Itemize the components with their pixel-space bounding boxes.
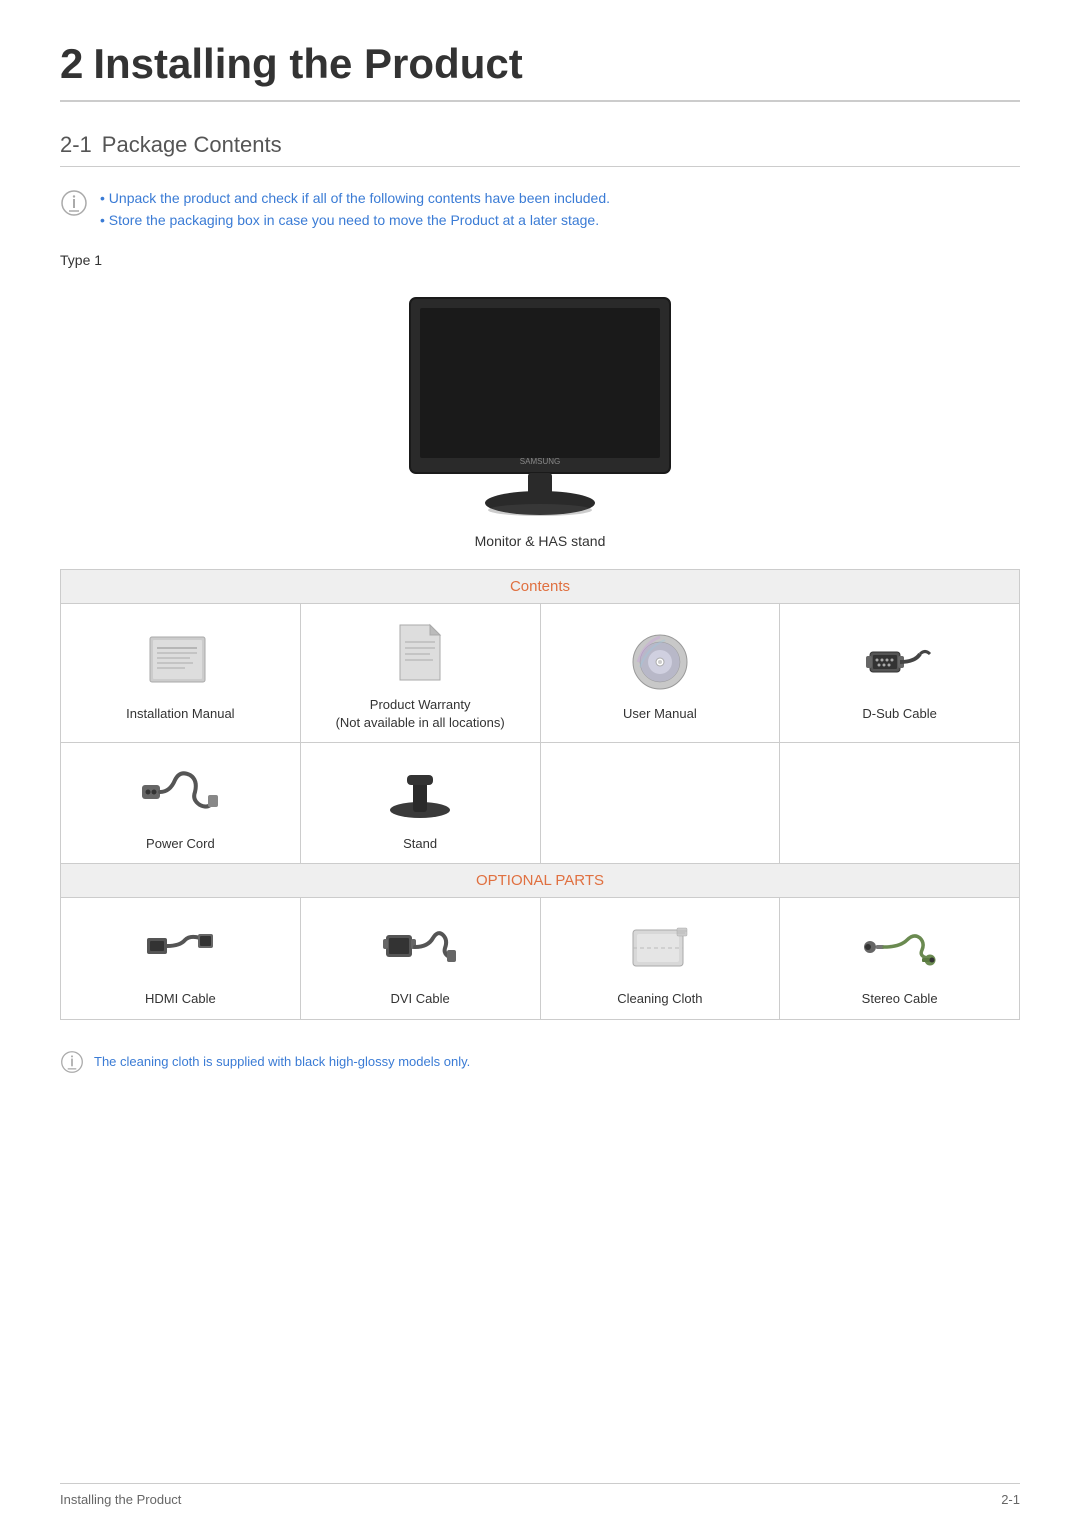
optional-header-row: OPTIONAL PARTS <box>61 864 1020 898</box>
section-title: Package Contents <box>102 132 282 158</box>
stand-image <box>311 757 530 827</box>
page-footer: Installing the Product 2-1 <box>60 1483 1020 1507</box>
note-icon <box>60 189 88 217</box>
contents-row2: Power Cord Stand <box>61 743 1020 864</box>
contents-images-row: Installation Manual Product Warranty <box>61 603 1020 742</box>
stand-label: Stand <box>311 835 530 853</box>
note-line-2: • Store the packaging box in case you ne… <box>100 209 610 231</box>
notes-block: • Unpack the product and check if all of… <box>60 187 1020 232</box>
contents-header-row: Contents <box>61 569 1020 603</box>
empty-cell-1 <box>540 743 780 864</box>
stereo-cable-label: Stereo Cable <box>790 990 1009 1008</box>
installation-manual-label: Installation Manual <box>71 705 290 723</box>
user-manual-label: User Manual <box>551 705 770 723</box>
cleaning-cloth-cell: Cleaning Cloth <box>540 898 780 1019</box>
dsub-cable-cell: D-Sub Cable <box>780 603 1020 742</box>
empty-cell-2 <box>780 743 1020 864</box>
section-header: 2-1 Package Contents <box>60 132 1020 167</box>
product-warranty-cell: Product Warranty (Not available in all l… <box>300 603 540 742</box>
dvi-cable-cell: DVI Cable <box>300 898 540 1019</box>
monitor-image-container: SAMSUNG <box>60 288 1020 523</box>
user-manual-image <box>551 627 770 697</box>
monitor-image: SAMSUNG <box>380 288 700 518</box>
footer-note-block: The cleaning cloth is supplied with blac… <box>60 1050 1020 1074</box>
type-label: Type 1 <box>60 252 1020 268</box>
dvi-cable-image <box>311 912 530 982</box>
stereo-cable-image <box>790 912 1009 982</box>
contents-table: Contents Installation Ma <box>60 569 1020 1020</box>
optional-images-row: HDMI Cable <box>61 898 1020 1019</box>
section-number: 2-1 <box>60 132 92 158</box>
cleaning-cloth-label: Cleaning Cloth <box>551 990 770 1008</box>
monitor-caption: Monitor & HAS stand <box>60 533 1020 549</box>
dvi-cable-label: DVI Cable <box>311 990 530 1008</box>
cleaning-cloth-image <box>551 912 770 982</box>
hdmi-cable-cell: HDMI Cable <box>61 898 301 1019</box>
hdmi-cable-image <box>71 912 290 982</box>
svg-text:SAMSUNG: SAMSUNG <box>520 457 560 466</box>
product-warranty-image <box>311 618 530 688</box>
stereo-cable-cell: Stereo Cable <box>780 898 1020 1019</box>
installation-manual-cell: Installation Manual <box>61 603 301 742</box>
footer-note-icon <box>60 1050 84 1074</box>
note-line-1: • Unpack the product and check if all of… <box>100 187 610 209</box>
hdmi-cable-label: HDMI Cable <box>71 990 290 1008</box>
optional-header-cell: OPTIONAL PARTS <box>61 864 1020 898</box>
chapter-title: Installing the Product <box>93 40 522 87</box>
product-warranty-label: Product Warranty (Not available in all l… <box>311 696 530 732</box>
chapter-header: 2Installing the Product <box>60 40 1020 102</box>
installation-manual-image <box>71 627 290 697</box>
footer-right: 2-1 <box>1001 1492 1020 1507</box>
chapter-number: 2 <box>60 40 83 87</box>
user-manual-cell: User Manual <box>540 603 780 742</box>
footer-left: Installing the Product <box>60 1492 181 1507</box>
dsub-cable-label: D-Sub Cable <box>790 705 1009 723</box>
stand-cell: Stand <box>300 743 540 864</box>
footer-note-text: The cleaning cloth is supplied with blac… <box>94 1054 470 1069</box>
power-cord-label: Power Cord <box>71 835 290 853</box>
notes-text: • Unpack the product and check if all of… <box>100 187 610 232</box>
dsub-cable-image <box>790 627 1009 697</box>
power-cord-cell: Power Cord <box>61 743 301 864</box>
contents-header-cell: Contents <box>61 569 1020 603</box>
power-cord-image <box>71 757 290 827</box>
